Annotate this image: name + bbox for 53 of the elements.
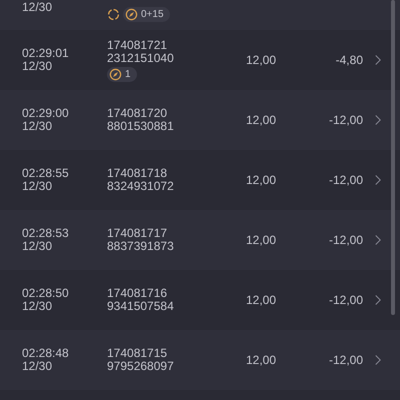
- amount-text: 12,00: [246, 294, 278, 306]
- chevron-right-icon: [375, 234, 381, 246]
- order-number: 2312151040: [107, 52, 175, 64]
- chevron-right-icon: [375, 114, 381, 126]
- result-text: -4,80: [336, 54, 363, 66]
- time-text: 02:28:50: [22, 287, 70, 300]
- transaction-row[interactable]: 02:28:48 12/30 174081715 9795268097 12,00 -12,00: [0, 330, 400, 390]
- amount-text: 12,00: [246, 234, 278, 246]
- compass-icon: [125, 8, 138, 21]
- chevron-right-icon: [375, 294, 381, 306]
- time-text: 02:29:01: [22, 47, 70, 60]
- result-text: -12,00: [328, 294, 363, 306]
- result-text: -12,00: [328, 234, 363, 246]
- amount-text: 12,00: [246, 54, 278, 66]
- date-text: 12/30: [22, 360, 54, 373]
- order-number: 8837391873: [107, 240, 175, 253]
- amount-text: 12,00: [246, 354, 278, 366]
- time-text: 02:29:00: [22, 107, 70, 120]
- date-text: 12/30: [22, 240, 54, 253]
- chevron-right-icon: [375, 354, 381, 366]
- date-text: 12/30: [22, 60, 54, 73]
- date-text: 12/30: [22, 180, 54, 193]
- amount-text: 12,00: [246, 114, 278, 126]
- date-text: 12/30: [22, 1, 54, 14]
- order-id: 174081720: [107, 107, 168, 120]
- time-text: 02:28:48: [22, 347, 70, 360]
- compass-icon: [109, 68, 122, 80]
- result-text: -12,00: [328, 174, 363, 186]
- amount-text: 12,00: [246, 174, 278, 186]
- time-text: 02:28:53: [22, 227, 70, 240]
- order-number: 9341507584: [107, 300, 175, 313]
- transaction-row[interactable]: 02:28:53 12/30 174081717 8837391873 12,00 -12,00: [0, 210, 400, 270]
- chevron-right-icon: [375, 54, 381, 66]
- order-id: 174081718: [107, 167, 168, 180]
- order-id: 174081717: [107, 227, 168, 240]
- transaction-row[interactable]: 02:29:00 12/30 174081720 8801530881 12,00 -12,00: [0, 90, 400, 150]
- date-text: 12/30: [22, 120, 54, 133]
- transaction-row[interactable]: 12/30 0+15: [0, 0, 400, 30]
- scrollbar[interactable]: [391, 0, 395, 315]
- date-text: 12/30: [22, 300, 54, 313]
- chevron-right-icon: [375, 174, 381, 186]
- order-number: 8801530881: [107, 120, 175, 133]
- time-text: 02:28:55: [22, 167, 70, 180]
- order-id: 174081721: [107, 38, 168, 52]
- refresh-icon: [107, 8, 120, 21]
- order-number: 8324931072: [107, 180, 175, 193]
- coupon-badge: 1: [107, 66, 137, 82]
- result-text: -12,00: [328, 114, 363, 126]
- coupon-badge: 0+15: [123, 7, 170, 22]
- order-id: 174081716: [107, 287, 168, 300]
- result-text: -12,00: [328, 354, 363, 366]
- order-id: 174081715: [107, 347, 168, 360]
- order-number: 9795268097: [107, 360, 175, 373]
